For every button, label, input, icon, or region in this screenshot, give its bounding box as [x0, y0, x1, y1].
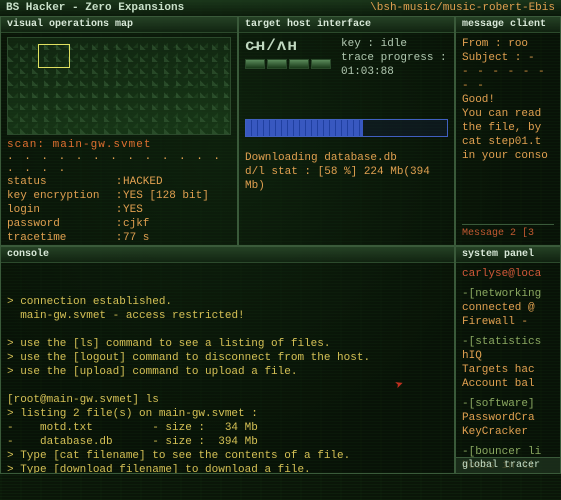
system-section-header: -[software]: [462, 397, 554, 411]
status-row: status:HACKED: [7, 175, 231, 189]
panel-header: target host interface: [239, 17, 454, 33]
message-body: Good!You can readthe file, bycat step01.…: [462, 93, 554, 163]
host-meter-icon: [245, 59, 331, 69]
scan-line: scan: main-gw.svmet: [7, 139, 231, 151]
visual-operations-map-panel: visual operations map scan: main-gw.svme…: [0, 16, 238, 246]
map-image[interactable]: [7, 37, 231, 135]
console-panel: console > connection established. main-g…: [0, 246, 455, 474]
system-item: connected @: [462, 301, 554, 315]
system-item: Account bal: [462, 377, 554, 391]
panel-header: message client: [456, 17, 560, 33]
status-row: login:YES: [7, 203, 231, 217]
trace-progress: trace progress : 01:03:88: [341, 51, 448, 79]
message-footer[interactable]: Message 2 [3: [462, 224, 554, 241]
separator: - - - - - - - -: [462, 65, 554, 93]
target-host-panel: target host interface ᴄ̵ʜ/ʌʜ key : idle …: [238, 16, 455, 246]
status-row: password:cjkf: [7, 217, 231, 231]
system-panel: system panel carlyse@loca -[networkingco…: [455, 246, 561, 474]
system-host: carlyse@loca: [462, 267, 554, 281]
panel-header: system panel: [456, 247, 560, 263]
message-from: From : roo: [462, 37, 554, 51]
console-output[interactable]: > connection established. main-gw.svmet …: [1, 263, 454, 473]
titlebar: BS Hacker - Zero Expansions \bsh-music/m…: [0, 0, 561, 16]
status-row: tracetime:77 s: [7, 231, 231, 245]
message-subject: Subject : -: [462, 51, 554, 65]
status-row: key encryption:YES [128 bit]: [7, 189, 231, 203]
map-target-box[interactable]: [38, 44, 70, 68]
global-tracer-button[interactable]: global tracer: [456, 457, 560, 473]
download-progress-bar: [245, 119, 448, 137]
system-item: hIQ: [462, 349, 554, 363]
host-logo: ᴄ̵ʜ/ʌʜ: [245, 37, 331, 55]
music-path: \bsh-music/music-robert-Ebis: [370, 2, 555, 14]
system-item: Firewall -: [462, 315, 554, 329]
panel-header: console: [1, 247, 454, 263]
system-section-header: -[networking: [462, 287, 554, 301]
system-section-header: -[statistics: [462, 335, 554, 349]
message-client-panel: message client From : roo Subject : - - …: [455, 16, 561, 246]
download-status: Downloading database.db d/l stat : [58 %…: [245, 151, 448, 193]
panel-header: visual operations map: [1, 17, 237, 33]
system-item: Targets hac: [462, 363, 554, 377]
system-item: PasswordCra: [462, 411, 554, 425]
separator-dots: . . . . . . . . . . . . . . . . .: [7, 151, 231, 175]
app-title: BS Hacker - Zero Expansions: [6, 2, 184, 14]
system-item: KeyCracker: [462, 425, 554, 439]
key-status: key : idle: [341, 37, 448, 51]
